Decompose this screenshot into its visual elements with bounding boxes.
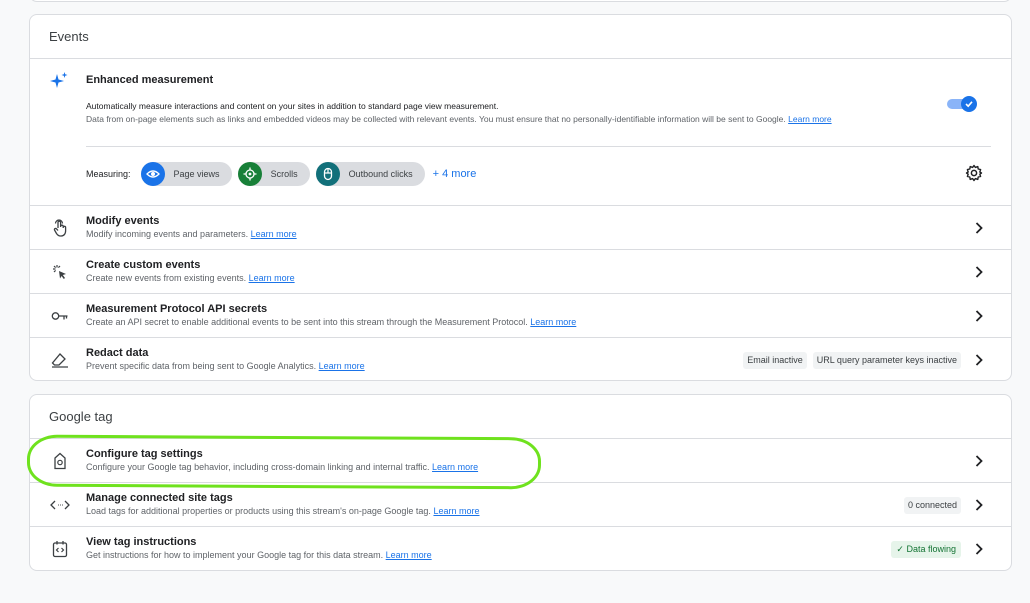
measuring-label: Measuring:	[86, 169, 131, 179]
tag-icon	[49, 450, 71, 472]
row-title: Manage connected site tags	[86, 492, 233, 504]
connected-count-badge: 0 connected	[903, 497, 961, 514]
more-measurements-link[interactable]: + 4 more	[433, 168, 477, 180]
row-title: Redact data	[86, 347, 149, 359]
sparkle-cursor-icon	[49, 261, 71, 283]
toggle-knob	[961, 96, 977, 112]
learn-more-link[interactable]: Learn more	[530, 317, 576, 327]
enhanced-desc-2: Data from on-page elements such as links…	[86, 113, 931, 125]
row-desc: Load tags for additional properties or p…	[86, 505, 811, 518]
google-tag-card: Google tag Configure tag settings Config…	[29, 394, 1012, 571]
row-view-tag-instructions[interactable]: View tag instructions Get instructions f…	[30, 527, 1011, 570]
row-desc-text: Modify incoming events and parameters.	[86, 229, 249, 239]
row-desc-text: Configure your Google tag behavior, incl…	[86, 462, 430, 472]
measuring-row: Measuring: Page views Scrolls Outbound c…	[86, 161, 476, 187]
instructions-icon	[49, 538, 71, 560]
enhanced-measurement: Enhanced measurement Automatically measu…	[30, 59, 1011, 205]
eraser-icon	[49, 349, 71, 371]
row-desc-text: Load tags for additional properties or p…	[86, 506, 431, 516]
learn-more-link[interactable]: Learn more	[386, 550, 432, 560]
row-title: Create custom events	[86, 259, 201, 271]
row-title: Configure tag settings	[86, 448, 203, 460]
previous-card-edge	[29, 0, 1012, 2]
events-rows: Modify events Modify incoming events and…	[30, 205, 1011, 380]
crosshair-icon	[237, 162, 262, 186]
pill-label: Outbound clicks	[348, 169, 413, 179]
row-title: View tag instructions	[86, 536, 197, 548]
eye-icon	[140, 162, 165, 186]
row-desc-text: Prevent specific data from being sent to…	[86, 361, 317, 371]
enhanced-title: Enhanced measurement	[86, 74, 214, 86]
row-measurement-protocol[interactable]: Measurement Protocol API secrets Create …	[30, 294, 1011, 338]
code-arrows-icon	[49, 494, 71, 516]
pill-label: Page views	[173, 169, 220, 179]
data-flow-info: ✓ Data flowing	[891, 541, 961, 558]
mouse-icon	[315, 162, 340, 186]
row-configure-tag-settings[interactable]: Configure tag settings Configure your Go…	[30, 439, 1011, 483]
connected-info: 0 connected	[903, 497, 961, 514]
row-desc: Get instructions for how to implement yo…	[86, 549, 811, 562]
email-status-badge: Email inactive	[743, 352, 807, 369]
events-card: Events Enhanced measurement Automaticall…	[29, 14, 1012, 381]
learn-more-link[interactable]: Learn more	[249, 273, 295, 283]
row-desc: Modify incoming events and parameters. L…	[86, 228, 811, 241]
row-desc: Prevent specific data from being sent to…	[86, 360, 711, 373]
chevron-right-icon[interactable]	[971, 453, 987, 469]
row-redact-data[interactable]: Redact data Prevent specific data from b…	[30, 338, 1011, 380]
pill-outbound-clicks[interactable]: Outbound clicks	[315, 162, 425, 186]
enhanced-divider	[86, 146, 991, 147]
enhanced-desc-2-text: Data from on-page elements such as links…	[86, 114, 786, 124]
row-desc: Configure your Google tag behavior, incl…	[86, 461, 811, 474]
row-modify-events[interactable]: Modify events Modify incoming events and…	[30, 206, 1011, 250]
enhanced-desc-1: Automatically measure interactions and c…	[86, 101, 499, 111]
row-desc-text: Create new events from existing events.	[86, 273, 247, 283]
learn-more-link[interactable]: Learn more	[251, 229, 297, 239]
google-tag-header: Google tag	[30, 395, 1011, 439]
check-icon	[965, 101, 973, 108]
chevron-right-icon[interactable]	[971, 497, 987, 513]
chevron-right-icon[interactable]	[971, 308, 987, 324]
row-title: Measurement Protocol API secrets	[86, 303, 268, 315]
enhanced-measurement-toggle[interactable]	[947, 96, 977, 112]
row-title: Modify events	[86, 215, 160, 227]
chevron-right-icon[interactable]	[971, 541, 987, 557]
url-query-status-badge: URL query parameter keys inactive	[812, 352, 961, 369]
learn-more-link[interactable]: Learn more	[319, 361, 365, 371]
key-icon	[49, 305, 71, 327]
row-desc: Create new events from existing events. …	[86, 272, 811, 285]
pill-page-views[interactable]: Page views	[140, 162, 232, 186]
row-desc: Create an API secret to enable additiona…	[86, 316, 891, 329]
row-manage-connected-site-tags[interactable]: Manage connected site tags Load tags for…	[30, 483, 1011, 527]
row-desc-text: Create an API secret to enable additiona…	[86, 317, 528, 327]
gear-icon[interactable]	[965, 164, 983, 182]
pill-scrolls[interactable]: Scrolls	[237, 162, 310, 186]
touch-icon	[49, 217, 71, 239]
learn-more-link[interactable]: Learn more	[433, 506, 479, 516]
chevron-right-icon[interactable]	[971, 264, 987, 280]
enhanced-learn-more-link[interactable]: Learn more	[788, 114, 831, 124]
pill-label: Scrolls	[270, 169, 298, 179]
sparkle-icon	[49, 71, 71, 93]
chevron-right-icon[interactable]	[971, 220, 987, 236]
row-desc-text: Get instructions for how to implement yo…	[86, 550, 384, 560]
learn-more-link[interactable]: Learn more	[432, 462, 478, 472]
chevron-right-icon[interactable]	[971, 352, 987, 368]
redact-status-chips: Email inactive URL query parameter keys …	[743, 352, 961, 369]
data-flowing-status-badge: ✓ Data flowing	[891, 541, 961, 558]
events-header: Events	[30, 15, 1011, 59]
row-create-custom-events[interactable]: Create custom events Create new events f…	[30, 250, 1011, 294]
